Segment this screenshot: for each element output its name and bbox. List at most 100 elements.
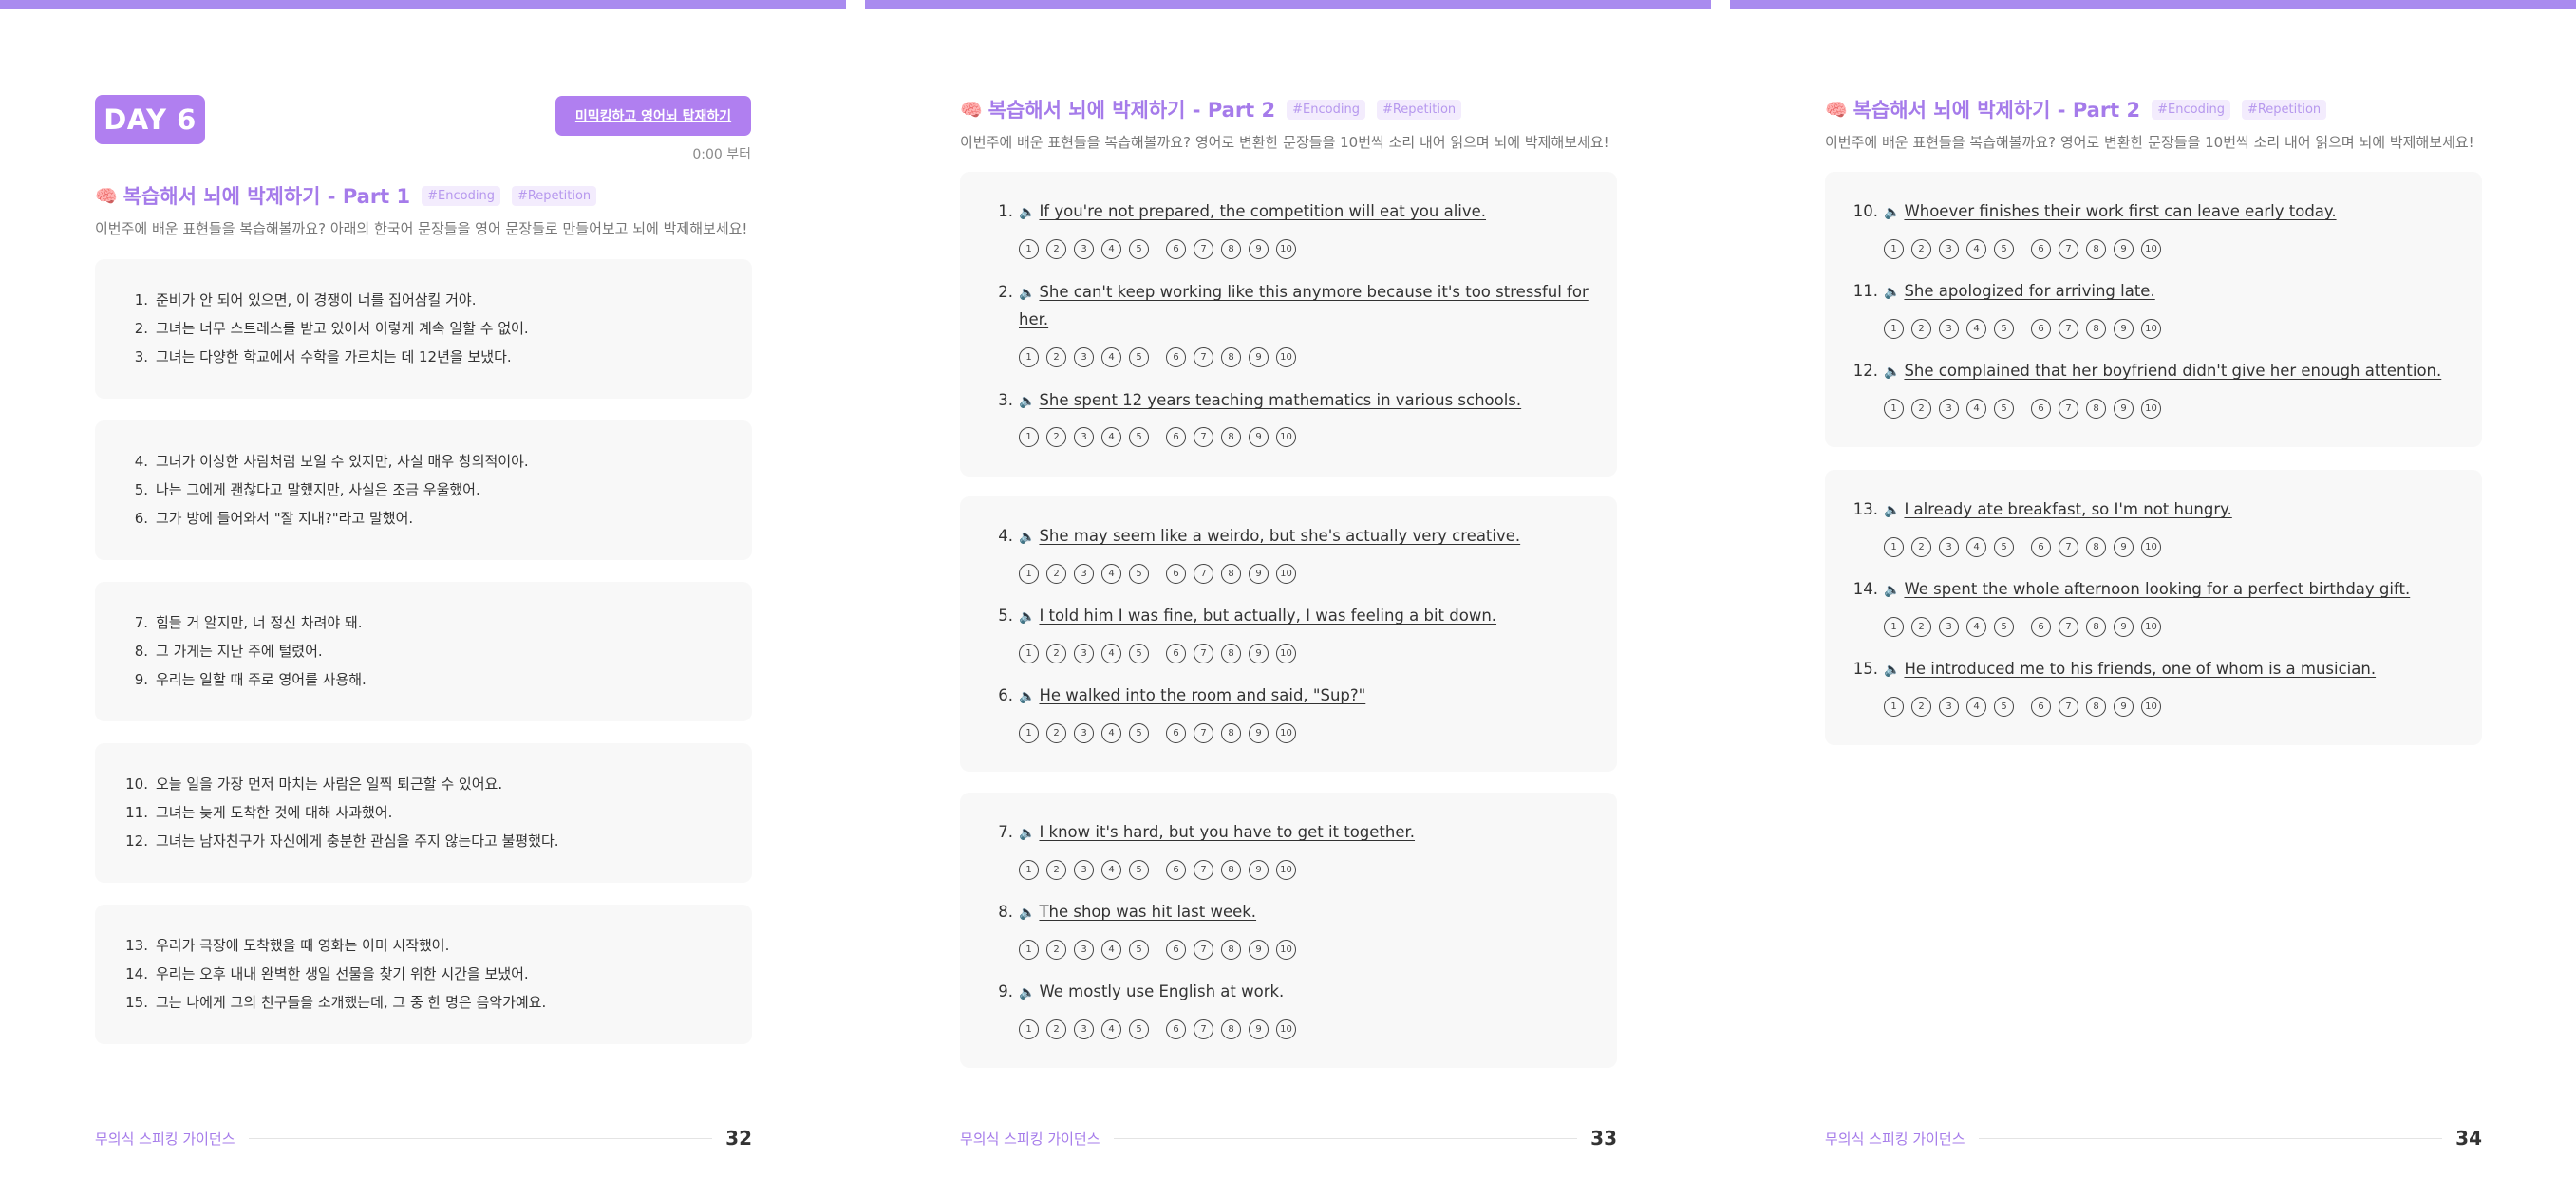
repeat-circle[interactable]: 5 xyxy=(1129,564,1149,584)
repeat-circle[interactable]: 8 xyxy=(1221,1019,1241,1039)
repeat-circle[interactable]: 5 xyxy=(1129,723,1149,743)
repeat-circle[interactable]: 9 xyxy=(2114,319,2134,339)
repeat-circle[interactable]: 1 xyxy=(1019,427,1039,447)
repeat-circle[interactable]: 9 xyxy=(1249,564,1269,584)
repeat-circle[interactable]: 9 xyxy=(1249,1019,1269,1039)
repeat-circle[interactable]: 5 xyxy=(1129,860,1149,880)
repeat-circle[interactable]: 1 xyxy=(1019,644,1039,663)
repeat-circle[interactable]: 2 xyxy=(1911,239,1931,259)
repeat-circle[interactable]: 9 xyxy=(2114,239,2134,259)
repeat-circle[interactable]: 2 xyxy=(1046,347,1066,367)
repeat-circle[interactable]: 8 xyxy=(1221,427,1241,447)
repeat-circle[interactable]: 10 xyxy=(1276,1019,1296,1039)
repeat-circle[interactable]: 10 xyxy=(2141,239,2161,259)
repeat-circle[interactable]: 4 xyxy=(1101,860,1121,880)
repeat-circle[interactable]: 4 xyxy=(1101,564,1121,584)
repeat-circle[interactable]: 9 xyxy=(2114,617,2134,637)
repeat-circle[interactable]: 7 xyxy=(1194,723,1213,743)
repeat-circle[interactable]: 7 xyxy=(2059,617,2078,637)
repeat-circle[interactable]: 4 xyxy=(1966,697,1986,717)
repeat-circle[interactable]: 4 xyxy=(1101,940,1121,960)
repeat-circle[interactable]: 8 xyxy=(2086,399,2106,419)
repeat-circle[interactable]: 10 xyxy=(1276,723,1296,743)
repeat-circle[interactable]: 6 xyxy=(1166,860,1186,880)
repeat-circle[interactable]: 3 xyxy=(1074,1019,1094,1039)
repeat-circle[interactable]: 6 xyxy=(2031,537,2051,557)
repeat-circle[interactable]: 7 xyxy=(1194,564,1213,584)
repeat-circle[interactable]: 9 xyxy=(1249,347,1269,367)
repeat-circle[interactable]: 3 xyxy=(1074,347,1094,367)
repeat-circle[interactable]: 5 xyxy=(1994,697,2014,717)
repeat-circle[interactable]: 7 xyxy=(1194,940,1213,960)
repeat-circle[interactable]: 2 xyxy=(1046,860,1066,880)
repeat-circle[interactable]: 10 xyxy=(1276,860,1296,880)
repeat-circle[interactable]: 3 xyxy=(1074,564,1094,584)
repeat-circle[interactable]: 3 xyxy=(1939,399,1959,419)
repeat-circle[interactable]: 4 xyxy=(1101,723,1121,743)
repeat-circle[interactable]: 8 xyxy=(1221,564,1241,584)
repeat-circle[interactable]: 8 xyxy=(1221,644,1241,663)
repeat-circle[interactable]: 6 xyxy=(2031,239,2051,259)
repeat-circle[interactable]: 7 xyxy=(1194,427,1213,447)
repeat-circle[interactable]: 2 xyxy=(1046,644,1066,663)
repeat-circle[interactable]: 6 xyxy=(1166,1019,1186,1039)
repeat-circle[interactable]: 4 xyxy=(1101,239,1121,259)
repeat-circle[interactable]: 3 xyxy=(1939,239,1959,259)
repeat-circle[interactable]: 1 xyxy=(1884,697,1904,717)
repeat-circle[interactable]: 5 xyxy=(1994,537,2014,557)
repeat-circle[interactable]: 7 xyxy=(1194,1019,1213,1039)
repeat-circle[interactable]: 2 xyxy=(1046,723,1066,743)
repeat-circle[interactable]: 10 xyxy=(2141,399,2161,419)
repeat-circle[interactable]: 5 xyxy=(1129,644,1149,663)
repeat-circle[interactable]: 5 xyxy=(1129,1019,1149,1039)
repeat-circle[interactable]: 10 xyxy=(2141,537,2161,557)
repeat-circle[interactable]: 3 xyxy=(1074,723,1094,743)
mimicking-link-button[interactable]: 미믹킹하고 영어뇌 탑재하기 xyxy=(555,96,751,136)
repeat-circle[interactable]: 4 xyxy=(1966,537,1986,557)
repeat-circle[interactable]: 7 xyxy=(2059,697,2078,717)
repeat-circle[interactable]: 4 xyxy=(1966,617,1986,637)
repeat-circle[interactable]: 6 xyxy=(2031,617,2051,637)
repeat-circle[interactable]: 6 xyxy=(1166,940,1186,960)
repeat-circle[interactable]: 5 xyxy=(1129,347,1149,367)
repeat-circle[interactable]: 1 xyxy=(1884,617,1904,637)
repeat-circle[interactable]: 4 xyxy=(1966,399,1986,419)
repeat-circle[interactable]: 7 xyxy=(1194,644,1213,663)
repeat-circle[interactable]: 4 xyxy=(1966,239,1986,259)
repeat-circle[interactable]: 4 xyxy=(1966,319,1986,339)
repeat-circle[interactable]: 3 xyxy=(1074,239,1094,259)
repeat-circle[interactable]: 9 xyxy=(1249,644,1269,663)
repeat-circle[interactable]: 3 xyxy=(1939,697,1959,717)
repeat-circle[interactable]: 9 xyxy=(2114,399,2134,419)
repeat-circle[interactable]: 1 xyxy=(1019,239,1039,259)
repeat-circle[interactable]: 2 xyxy=(1911,617,1931,637)
repeat-circle[interactable]: 10 xyxy=(2141,319,2161,339)
repeat-circle[interactable]: 6 xyxy=(1166,644,1186,663)
repeat-circle[interactable]: 3 xyxy=(1074,644,1094,663)
repeat-circle[interactable]: 5 xyxy=(1994,617,2014,637)
repeat-circle[interactable]: 10 xyxy=(1276,347,1296,367)
repeat-circle[interactable]: 6 xyxy=(2031,697,2051,717)
repeat-circle[interactable]: 8 xyxy=(2086,617,2106,637)
repeat-circle[interactable]: 5 xyxy=(1994,319,2014,339)
repeat-circle[interactable]: 6 xyxy=(2031,319,2051,339)
repeat-circle[interactable]: 3 xyxy=(1074,940,1094,960)
repeat-circle[interactable]: 7 xyxy=(1194,239,1213,259)
repeat-circle[interactable]: 9 xyxy=(1249,723,1269,743)
repeat-circle[interactable]: 6 xyxy=(1166,427,1186,447)
repeat-circle[interactable]: 1 xyxy=(1884,319,1904,339)
repeat-circle[interactable]: 4 xyxy=(1101,427,1121,447)
repeat-circle[interactable]: 8 xyxy=(2086,239,2106,259)
repeat-circle[interactable]: 9 xyxy=(1249,239,1269,259)
repeat-circle[interactable]: 7 xyxy=(2059,239,2078,259)
repeat-circle[interactable]: 1 xyxy=(1884,537,1904,557)
repeat-circle[interactable]: 10 xyxy=(2141,697,2161,717)
repeat-circle[interactable]: 1 xyxy=(1884,239,1904,259)
repeat-circle[interactable]: 10 xyxy=(2141,617,2161,637)
repeat-circle[interactable]: 8 xyxy=(1221,239,1241,259)
repeat-circle[interactable]: 2 xyxy=(1046,1019,1066,1039)
repeat-circle[interactable]: 3 xyxy=(1074,860,1094,880)
repeat-circle[interactable]: 9 xyxy=(2114,697,2134,717)
repeat-circle[interactable]: 1 xyxy=(1019,347,1039,367)
repeat-circle[interactable]: 9 xyxy=(1249,427,1269,447)
